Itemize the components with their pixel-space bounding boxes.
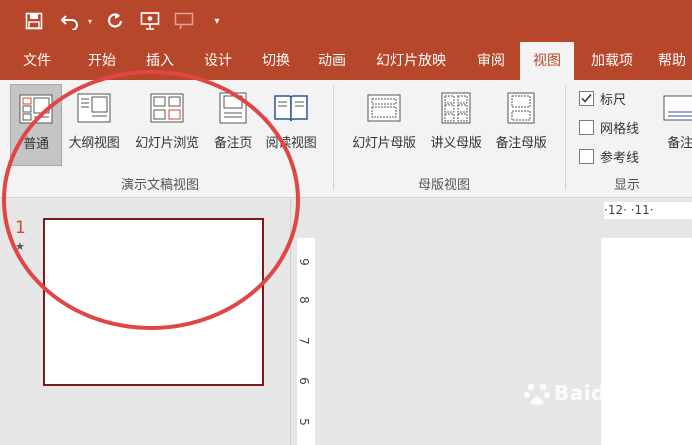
tab-transitions[interactable]: 切换 [247,42,305,80]
gridlines-checkbox-row[interactable]: 网格线 [579,117,639,137]
outline-view-icon [77,90,111,126]
slide-number: 1 [15,218,26,238]
notes-page-label: 备注页 [213,136,253,151]
tab-home[interactable]: 开始 [73,42,131,80]
presentation-views-group-label: 演示文稿视图 [121,178,200,193]
normal-view-button[interactable]: 普通 [10,84,62,166]
tab-file[interactable]: 文件 [8,42,66,80]
ribbon-view: 普通 大纲视图 幻灯片浏览 备注页 阅读视图 演示文稿视图 幻灯片母版 讲义母版… [0,80,692,198]
gridlines-label: 网格线 [600,121,640,137]
notes-page-icon [219,90,247,126]
vertical-ruler: 9 8 7 6 5 [297,238,315,445]
baidu-watermark: Baidu 经验 [522,378,645,408]
notes-label: 备注 [667,136,692,151]
guides-label: 参考线 [600,150,640,166]
reading-view-button[interactable]: 阅读视图 [260,84,322,166]
ruler-number: 8 [296,296,311,304]
undo-icon[interactable] [58,9,82,33]
undo-dropdown-icon[interactable]: ▾ [84,9,96,33]
slide-sorter-label: 幻灯片浏览 [135,136,199,151]
slide-canvas[interactable] [601,238,692,445]
normal-view-label: 普通 [23,137,49,152]
notes-icon [663,90,692,126]
check-icon [581,93,592,103]
horizontal-ruler: ·12· ·11· [604,202,692,219]
ruler-number: 7 [296,337,311,345]
guides-checkbox-row[interactable]: 参考线 [579,146,639,166]
slide-sorter-button[interactable]: 幻灯片浏览 [128,84,206,166]
outline-view-button[interactable]: 大纲视图 [62,84,126,166]
animation-star-icon: ★ [15,240,25,253]
show-group-label: 显示 [614,178,641,193]
present-online-icon[interactable] [172,9,196,33]
start-slideshow-icon[interactable] [138,9,162,33]
notes-master-button[interactable]: 备注母版 [489,84,553,166]
tab-view[interactable]: 视图 [520,42,574,80]
handout-master-label: 讲义母版 [430,136,482,151]
ribbon-tabs: 文件 开始 插入 设计 切换 动画 幻灯片放映 审阅 视图 加载项 帮助 [0,42,692,80]
ruler-label: 标尺 [600,92,627,108]
watermark-sub: 经验 [624,389,645,401]
reading-view-label: 阅读视图 [265,136,317,151]
tab-animations[interactable]: 动画 [303,42,361,80]
tab-slideshow[interactable]: 幻灯片放映 [366,42,456,80]
ruler-checkbox-row[interactable]: 标尺 [579,88,626,108]
redo-icon[interactable] [103,9,127,33]
save-icon[interactable] [22,9,46,33]
slide-sorter-icon [150,90,184,126]
ruler-number: 5 [296,418,311,426]
slide-master-label: 幻灯片母版 [352,136,416,151]
notes-page-button[interactable]: 备注页 [208,84,258,166]
customize-qat-icon[interactable]: ▾ [208,9,226,33]
ruler-checkbox[interactable] [579,90,594,106]
gridlines-checkbox[interactable] [579,119,594,135]
tab-design[interactable]: 设计 [189,42,247,80]
group-separator [565,86,566,190]
tab-review[interactable]: 审阅 [462,42,520,80]
tab-addins[interactable]: 加载项 [580,42,644,80]
normal-view-icon [19,91,53,127]
tab-insert[interactable]: 插入 [131,42,189,80]
quick-access-toolbar: ▾ ▾ [0,0,692,42]
master-views-group-label: 母版视图 [418,178,471,193]
guides-checkbox[interactable] [579,148,594,164]
watermark-text: Baidu [554,381,621,405]
ruler-number: 9 [296,258,311,266]
notes-master-label: 备注母版 [495,136,547,151]
slide-master-icon [367,90,401,126]
tab-help[interactable]: 帮助 [652,42,692,80]
outline-view-label: 大纲视图 [68,136,120,151]
handout-master-icon [441,90,471,126]
ruler-number: 6 [296,377,311,385]
group-separator [333,86,334,190]
handout-master-button[interactable]: 讲义母版 [425,84,487,166]
slide-thumbnail[interactable] [43,218,264,386]
notes-button[interactable]: 备注 [660,84,692,166]
baidu-paw-icon [524,383,550,405]
reading-view-icon [273,90,309,126]
notes-master-icon [507,90,535,126]
slide-master-button[interactable]: 幻灯片母版 [345,84,423,166]
